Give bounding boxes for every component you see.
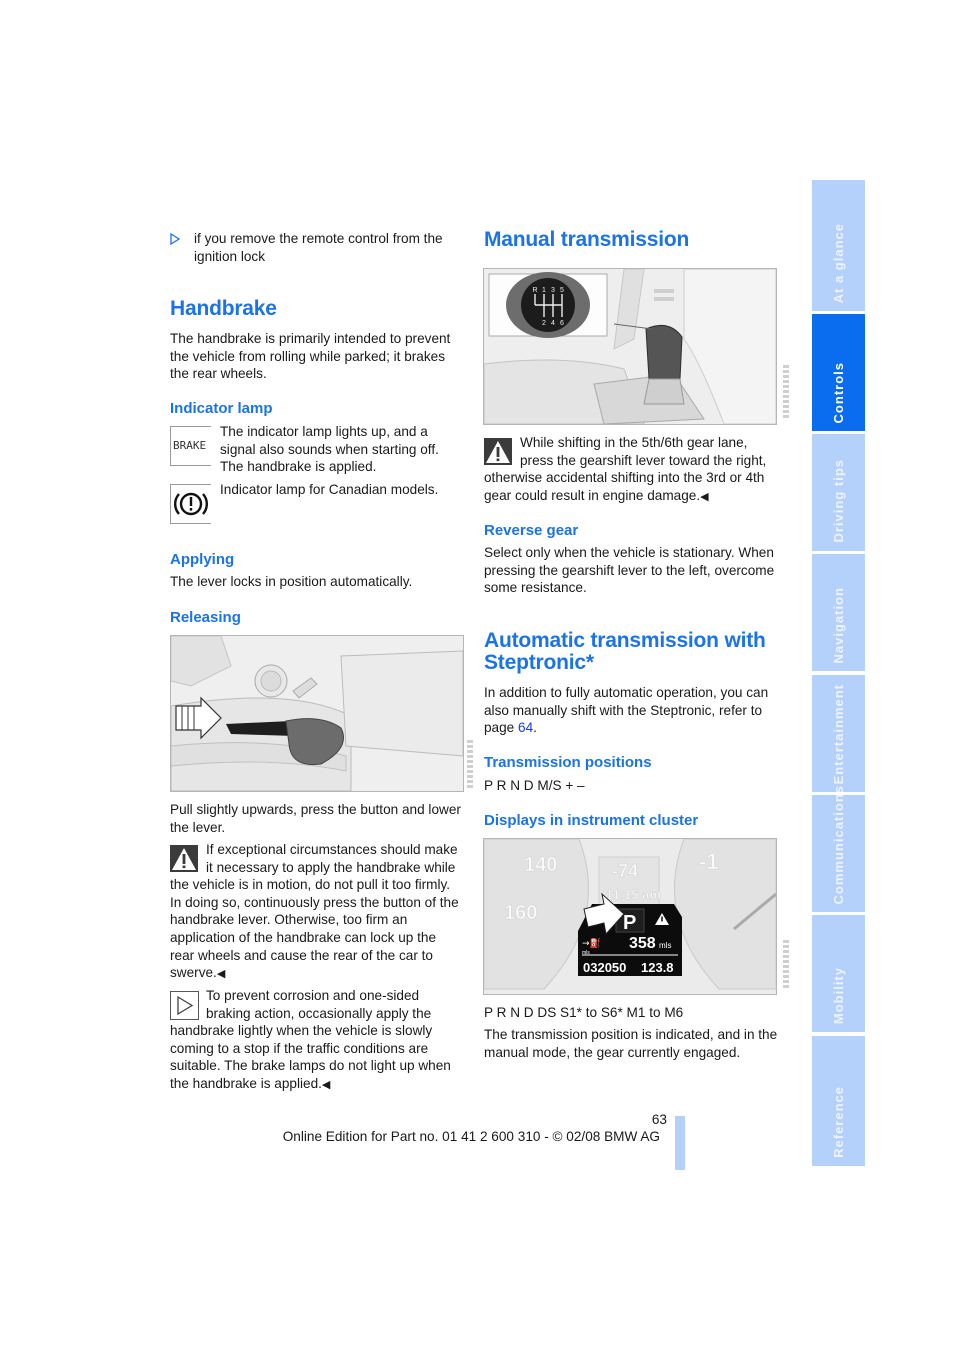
footer-color-bar: [675, 1116, 685, 1170]
transmission-positions-heading: Transmission positions: [484, 754, 652, 771]
releasing-warning: If exceptional circumstances should make…: [170, 841, 462, 984]
handbrake-release-illustration: [170, 635, 464, 792]
chapter-tab-communications[interactable]: Communications: [812, 785, 865, 912]
applying-heading: Applying: [170, 551, 235, 568]
automatic-intro: In addition to fully automatic operation…: [484, 684, 776, 737]
chapter-tab-label: Controls: [831, 361, 846, 423]
chapter-tab-label-wrap: Reference: [812, 1028, 865, 1158]
chapter-tab-label: Communications: [831, 784, 846, 904]
brake-lamp-description: The indicator lamp lights up, and a sign…: [220, 424, 439, 475]
chapter-tab-label-wrap: Driving tips: [812, 426, 865, 543]
handbrake-intro: The handbrake is primarily intended to p…: [170, 331, 451, 382]
triangle-bullet-icon: [170, 232, 181, 250]
chapter-tab-label: Entertainment: [831, 683, 846, 784]
page-number: 63: [651, 1112, 667, 1127]
end-mark-icon: ◀: [700, 490, 709, 503]
bullet-item: if you remove the remote control from th…: [170, 230, 465, 265]
manual-transmission-heading: Manual transmission: [484, 228, 690, 251]
odometer-unit: mls: [582, 950, 590, 956]
chapter-tab-entertainment[interactable]: Entertainment: [812, 675, 865, 792]
chapter-tab-mobility[interactable]: Mobility: [812, 915, 865, 1032]
end-mark-icon: ◀: [216, 968, 226, 981]
chapter-tab-label-wrap: Mobility: [812, 907, 865, 1024]
chapter-tab-label: Reference: [831, 1086, 846, 1158]
releasing-heading: Releasing: [170, 609, 241, 626]
brake-lamp-text: BRAKE: [173, 439, 207, 452]
canadian-lamp-description: Indicator lamp for Canadian models.: [220, 482, 439, 497]
temperature-readout: -74: [612, 861, 638, 881]
displays-text: The transmission position is indicated, …: [484, 1027, 778, 1060]
gear-indicator: P: [623, 912, 636, 934]
chapter-tab-driving-tips[interactable]: Driving tips: [812, 434, 865, 551]
canadian-brake-lamp-icon: [170, 484, 211, 524]
figure-id-mark: [783, 365, 789, 420]
shift-label-3: 3: [551, 287, 555, 294]
right-gauge-mark: -1: [699, 849, 719, 874]
instrument-cluster-illustration: 140 160 -74 11:15 am -1 P 358 mls →⛽ mls…: [483, 838, 777, 995]
chapter-tab-label-wrap: Navigation: [812, 546, 865, 663]
indicator-lamp-heading: Indicator lamp: [170, 400, 273, 417]
trip-readout: 123.8: [641, 960, 674, 975]
chapter-tab-label: At a glance: [831, 222, 846, 303]
chapter-tab-label: Driving tips: [831, 459, 846, 543]
chapter-tab-at-a-glance[interactable]: At a glance: [812, 180, 865, 311]
releasing-note-text: To prevent corrosion and one-sided braki…: [170, 988, 451, 1091]
releasing-note: To prevent corrosion and one-sided braki…: [170, 987, 462, 1095]
page-64-link[interactable]: 64: [518, 720, 533, 735]
displays-heading: Displays in instrument cluster: [484, 812, 699, 829]
display-positions-line: P R N D DS S1* to S6* M1 to M6: [484, 1005, 684, 1020]
manual-warning: While shifting in the 5th/6th gear lane,…: [484, 434, 776, 506]
odometer-readout: 032050: [583, 960, 626, 975]
automatic-intro-end: .: [533, 720, 537, 736]
fuel-pump-icon: →⛽: [582, 937, 601, 949]
releasing-text: Pull slightly upwards, press the button …: [170, 802, 461, 835]
chapter-tab-reference[interactable]: Reference: [812, 1036, 865, 1166]
shift-label-5: 5: [560, 287, 564, 294]
reverse-gear-heading: Reverse gear: [484, 522, 579, 539]
reverse-gear-text: Select only when the vehicle is stationa…: [484, 545, 775, 596]
chapter-tab-label: Navigation: [831, 586, 846, 663]
shift-label-6: 6: [560, 320, 564, 327]
end-mark-icon: ◀: [321, 1078, 331, 1091]
shift-label-4: 4: [551, 320, 555, 327]
shift-label-1: 1: [542, 287, 546, 294]
releasing-warning-text: If exceptional circumstances should make…: [170, 842, 459, 981]
bullet-text: if you remove the remote control from th…: [194, 231, 443, 264]
chapter-tab-label-wrap: Communications: [812, 784, 865, 904]
figure-id-mark: [783, 940, 789, 990]
figure-id-mark: [467, 740, 473, 790]
automatic-transmission-heading: Automatic transmission with Steptronic*: [484, 629, 766, 674]
gearshift-illustration: R 1 3 5 2 4 6: [483, 268, 777, 425]
time-readout: 11:15 am: [606, 887, 661, 902]
transmission-positions-text: P R N D M/S + –: [484, 778, 585, 793]
manual-warning-text: While shifting in the 5th/6th gear lane,…: [484, 435, 767, 503]
chapter-tab-label-wrap: Controls: [812, 306, 865, 423]
shift-label-r: R: [532, 287, 537, 294]
chapter-tab-controls[interactable]: Controls: [812, 314, 865, 431]
fuel-range: 358: [629, 935, 656, 952]
speed-mark-160: 160: [504, 902, 537, 924]
applying-text: The lever locks in position automaticall…: [170, 574, 413, 589]
edition-footer: Online Edition for Part no. 01 41 2 600 …: [282, 1129, 660, 1144]
brake-lamp-icon: BRAKE: [170, 426, 211, 466]
handbrake-heading: Handbrake: [170, 297, 277, 320]
speed-mark-140: 140: [524, 854, 557, 876]
chapter-tab-label: Mobility: [831, 966, 846, 1024]
chapter-tab-label-wrap: Entertainment: [812, 667, 865, 784]
chapter-tab-label-wrap: At a glance: [812, 172, 865, 303]
fuel-range-unit: mls: [659, 941, 671, 950]
shift-label-2: 2: [542, 320, 546, 327]
chapter-tab-navigation[interactable]: Navigation: [812, 554, 865, 671]
